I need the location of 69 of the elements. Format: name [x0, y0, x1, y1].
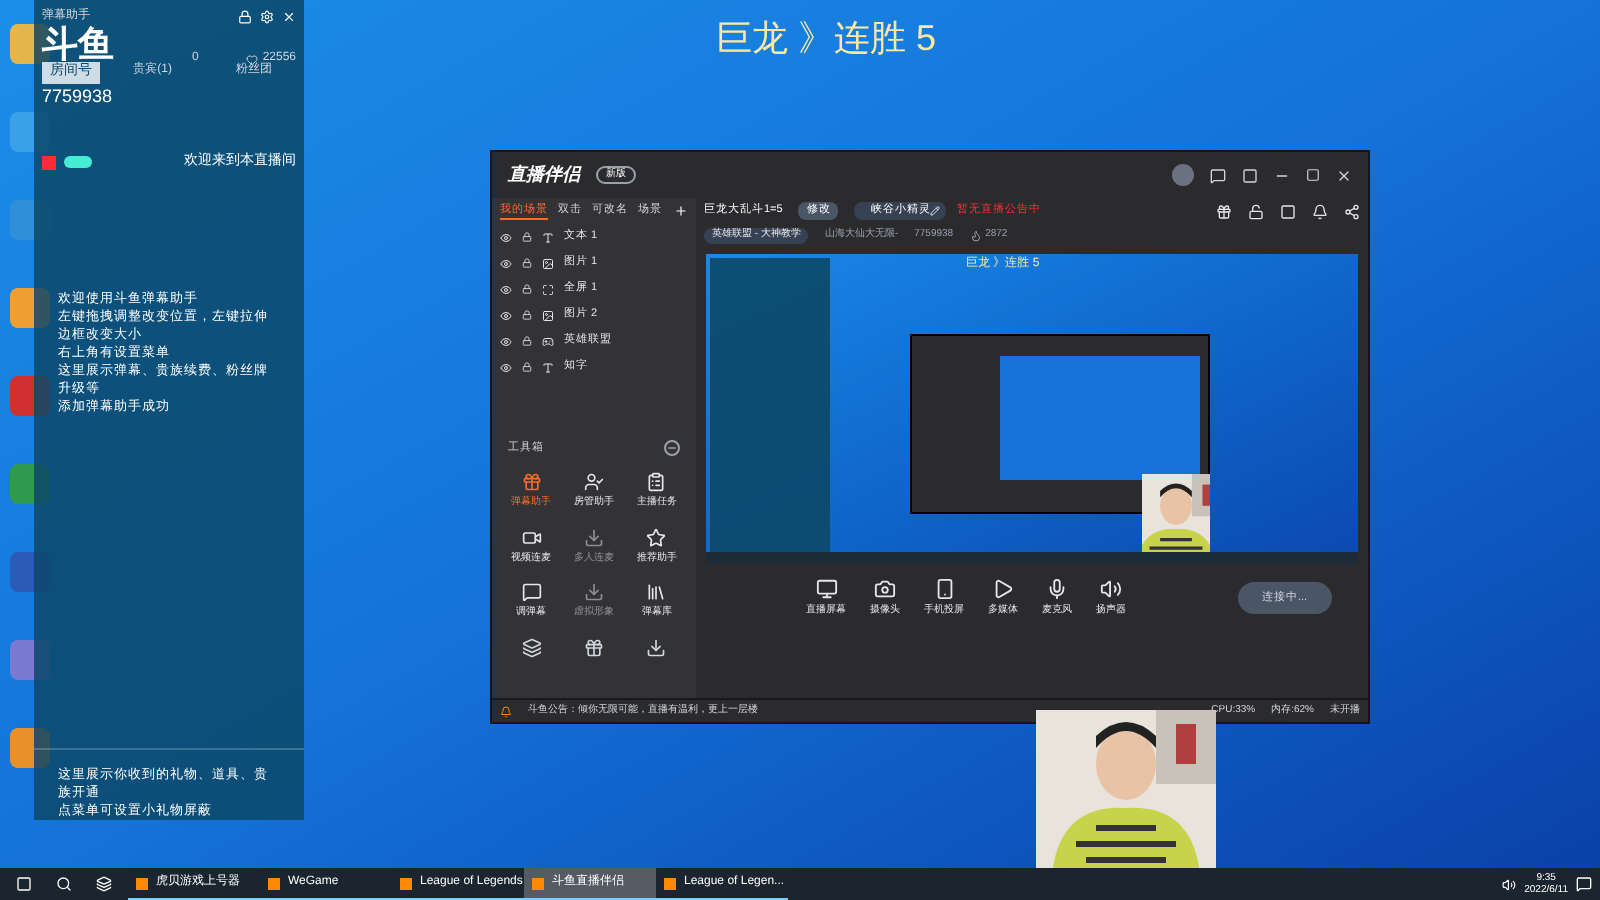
text-icon — [542, 231, 554, 243]
collapse-icon[interactable] — [664, 440, 680, 457]
fan-badge — [64, 156, 92, 169]
level-badge — [42, 155, 56, 170]
app-icon — [664, 877, 676, 889]
clipboard-icon — [646, 472, 667, 493]
tool-icon[interactable] — [521, 637, 542, 658]
tool-icon[interactable] — [583, 637, 604, 658]
video-icon — [521, 527, 542, 548]
eye-icon[interactable] — [500, 361, 512, 373]
maximize-icon[interactable] — [1306, 168, 1320, 182]
bell-icon[interactable] — [1312, 203, 1328, 219]
app-icon — [400, 877, 412, 889]
user-check-icon — [583, 472, 604, 493]
settings-icon[interactable] — [260, 10, 274, 24]
lock-icon[interactable] — [522, 232, 532, 242]
image-icon — [542, 257, 554, 269]
phone-icon — [933, 577, 955, 600]
eye-icon[interactable] — [500, 283, 512, 295]
announcement-icon — [500, 705, 512, 717]
tool-icon[interactable] — [646, 637, 667, 658]
image-icon — [542, 309, 554, 321]
heart-icon — [246, 53, 259, 65]
eye-icon[interactable] — [500, 335, 512, 347]
flame-icon — [969, 230, 982, 242]
monitor-icon — [815, 577, 837, 600]
gamepad-icon — [542, 335, 554, 347]
lock-icon[interactable] — [522, 258, 532, 268]
download-icon — [583, 527, 604, 548]
lock-icon[interactable] — [522, 336, 532, 346]
app-icon — [136, 877, 148, 889]
speaker-icon — [1100, 577, 1122, 600]
camera-icon — [874, 577, 896, 600]
download-icon — [583, 582, 604, 603]
banner-title: 巨龙 》连胜 5 — [716, 16, 937, 62]
gift-icon — [521, 472, 542, 493]
books-icon — [646, 582, 667, 603]
close-icon[interactable] — [1336, 167, 1352, 183]
message-icon[interactable] — [1210, 167, 1226, 183]
search-icon[interactable] — [56, 876, 72, 892]
eye-icon[interactable] — [500, 309, 512, 321]
start-icon[interactable] — [16, 876, 32, 892]
gift-icon[interactable] — [1216, 203, 1232, 219]
play-icon — [992, 577, 1014, 600]
text-icon — [542, 361, 554, 373]
lock-icon[interactable] — [522, 362, 532, 372]
avatar[interactable] — [1172, 164, 1194, 186]
lock-icon[interactable] — [522, 284, 532, 294]
lock-icon[interactable] — [238, 10, 252, 24]
volume-icon[interactable] — [1502, 877, 1517, 891]
app-icon — [268, 877, 280, 889]
unlock-icon[interactable] — [1248, 203, 1264, 219]
logo: 斗鱼 — [42, 26, 114, 62]
notification-icon[interactable] — [1576, 876, 1592, 892]
window-icon[interactable] — [1242, 167, 1258, 183]
app-logo: 直播伴侣 — [508, 161, 580, 188]
star-icon — [646, 527, 667, 548]
chat-icon — [521, 582, 542, 603]
layout-icon[interactable] — [1280, 203, 1296, 219]
task-view-icon[interactable] — [96, 876, 112, 892]
app-icon — [532, 877, 544, 889]
pencil-icon[interactable] — [930, 206, 941, 216]
eye-icon[interactable] — [500, 257, 512, 269]
lock-icon[interactable] — [522, 310, 532, 320]
room-id: 7759938 — [42, 83, 114, 109]
microphone-icon — [1046, 577, 1068, 600]
share-icon[interactable] — [1344, 203, 1360, 219]
eye-icon[interactable] — [500, 231, 512, 243]
add-icon[interactable] — [674, 204, 688, 218]
